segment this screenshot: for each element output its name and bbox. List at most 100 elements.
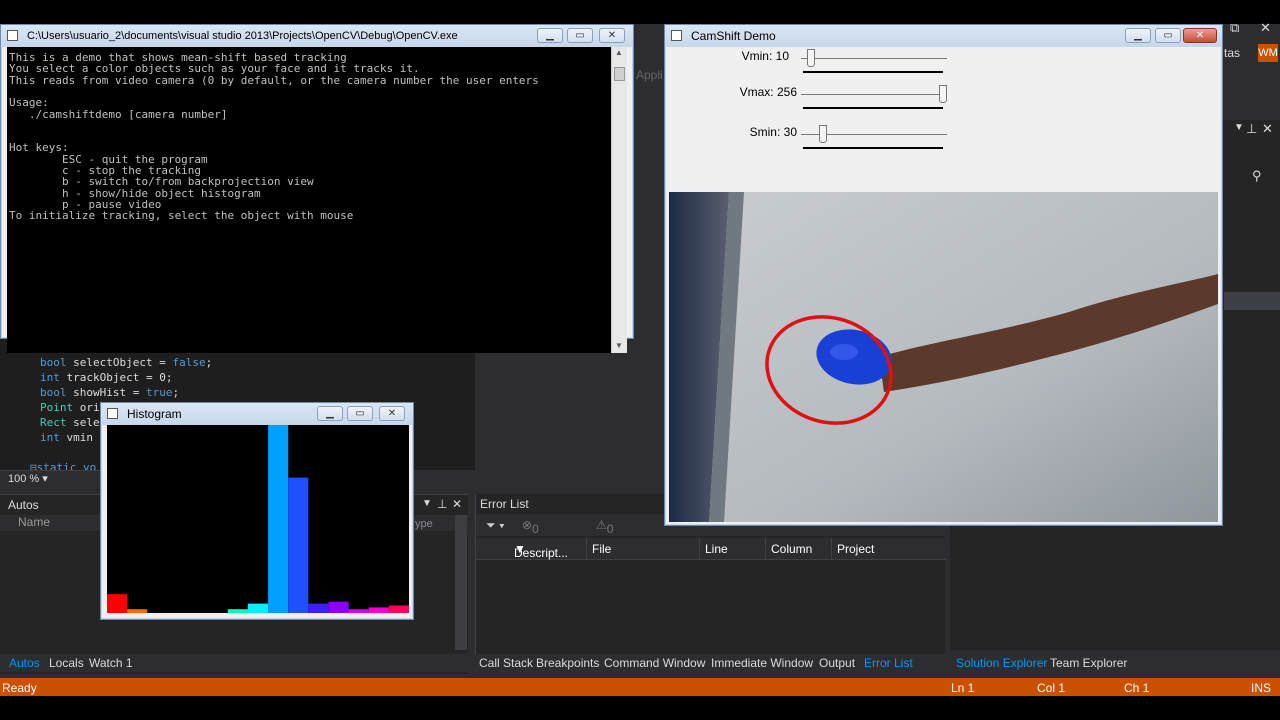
histogram-bars (107, 425, 409, 613)
camshift-minimize-button[interactable]: ▁ (1125, 28, 1151, 43)
error-list-header: Descript... ▼ File Line Column Project (476, 538, 946, 560)
tab-locals[interactable]: Locals (49, 656, 84, 670)
tab-call-stack[interactable]: Call Stack (479, 656, 533, 670)
screen: tas WM ⧉ ✕ ▼ ⊥ ✕ ⚲ Appli bool backprojMo… (0, 0, 1280, 720)
zoom-level[interactable]: 100 % ▾ (0, 470, 100, 486)
autos-col-type: ype (415, 518, 433, 530)
code-line: Point ori (40, 401, 100, 414)
close-button[interactable]: ✕ (599, 28, 625, 43)
camshift-title: CamShift Demo (691, 29, 776, 43)
vmax-track[interactable] (801, 94, 947, 95)
camera-frame (669, 192, 1218, 522)
code-keyword: Rect (40, 416, 67, 429)
code-line: Rect sele (40, 416, 100, 429)
col-description[interactable]: Descript... ▼ (514, 542, 568, 560)
solution-selected-row[interactable] (1224, 292, 1280, 310)
col-column[interactable]: Column (771, 542, 812, 556)
user-badge[interactable]: WM (1258, 44, 1278, 62)
camshift-maximize-button[interactable]: ▭ (1155, 28, 1181, 43)
histogram-bar (107, 594, 128, 613)
camshift-window: CamShift Demo ▁ ▭ ✕ Vmin: 10 Vmax: 256 S… (664, 24, 1223, 526)
tab-command-window[interactable]: Command Window (604, 656, 705, 670)
code-line: bool showHist = true; (40, 386, 179, 399)
trackbar-panel: Vmin: 10 Vmax: 256 Smin: 30 (669, 47, 1218, 192)
histogram-close-button[interactable]: ✕ (379, 406, 405, 421)
panel-close-icon[interactable]: ✕ (1262, 121, 1273, 137)
vmax-label: Vmax: 256 (739, 85, 797, 99)
camera-feed[interactable] (669, 192, 1218, 522)
letterbox-bottom (0, 696, 1280, 720)
output-tabs: Call Stack Breakpoints Command Window Im… (475, 654, 945, 672)
tab-autos[interactable]: Autos (9, 656, 40, 670)
code-value: true (145, 386, 173, 399)
warnings-filter[interactable]: ⚠ 0 Warning (596, 518, 651, 550)
vmin-underline (803, 71, 943, 73)
histogram-canvas (107, 425, 409, 613)
histogram-bar (368, 607, 389, 613)
console-line: To initialize tracking, select the objec… (9, 209, 354, 223)
console-titlebar[interactable]: C:\Users\usuario_2\documents\visual stud… (1, 25, 633, 47)
account-text: tas (1224, 46, 1241, 60)
autos-title: Autos (8, 498, 39, 512)
console-line: This reads from video camera (0 by defau… (9, 73, 539, 87)
tab-immediate-window[interactable]: Immediate Window (711, 656, 813, 670)
error-list-title: Error List (480, 497, 529, 511)
histogram-title: Histogram (127, 407, 182, 421)
maximize-button[interactable]: ▭ (567, 28, 593, 43)
tab-team-explorer[interactable]: Team Explorer (1050, 656, 1127, 670)
tab-error-list[interactable]: Error List (864, 656, 913, 670)
code-end: ; (172, 386, 180, 399)
vmin-track[interactable] (801, 58, 947, 59)
code-text: sele (66, 416, 100, 429)
histogram-window: Histogram ▁ ▭ ✕ (100, 402, 414, 620)
scroll-up-icon[interactable]: ▲ (615, 48, 623, 57)
status-ready: Ready (2, 681, 37, 695)
col-file[interactable]: File (592, 542, 611, 556)
code-line: int trackObject = 0; (40, 371, 172, 384)
filter-icon[interactable]: ⏷ ▾ (486, 518, 505, 533)
dropdown-icon[interactable]: ▼ (1234, 122, 1244, 133)
letterbox-top (0, 0, 1280, 24)
code-line: bool selectObject = false; (40, 356, 212, 369)
col-line[interactable]: Line (705, 542, 728, 556)
restore-icon[interactable]: ⧉ (1230, 20, 1239, 36)
camshift-close-button[interactable]: ✕ (1183, 28, 1217, 43)
tab-breakpoints[interactable]: Breakpoints (536, 656, 599, 670)
col-project[interactable]: Project (837, 542, 874, 556)
autos-pin-icon[interactable]: ⊥ (437, 497, 447, 511)
smin-label: Smin: 30 (749, 125, 797, 139)
close-icon[interactable]: ✕ (1260, 20, 1271, 36)
smin-slider-thumb[interactable] (819, 125, 827, 143)
pin-icon[interactable]: ⊥ (1246, 121, 1257, 137)
code-text: vmin (59, 431, 93, 444)
histogram-bar (348, 609, 369, 613)
console-output[interactable]: This is a demo that shows mean-shift bas… (7, 47, 611, 353)
histogram-bar (268, 425, 289, 613)
histogram-bar (308, 603, 329, 613)
smin-underline (803, 147, 943, 149)
autos-scrollbar[interactable] (455, 515, 467, 650)
search-icon[interactable]: ⚲ (1252, 168, 1262, 184)
histogram-titlebar[interactable]: Histogram ▁ ▭ ✕ (101, 403, 413, 425)
explorer-tabs: Solution Explorer Team Explorer (950, 654, 1280, 672)
histogram-app-icon (107, 408, 118, 419)
tab-solution-explorer[interactable]: Solution Explorer (956, 656, 1047, 670)
histogram-minimize-button[interactable]: ▁ (317, 406, 343, 421)
vmin-slider-thumb[interactable] (807, 49, 815, 67)
code-end: ; (205, 356, 213, 369)
autos-dropdown-icon[interactable]: ▼ (422, 498, 432, 509)
tab-watch-1[interactable]: Watch 1 (89, 656, 133, 670)
tab-output[interactable]: Output (819, 656, 855, 670)
histogram-maximize-button[interactable]: ▭ (347, 406, 373, 421)
scroll-down-icon[interactable]: ▼ (615, 341, 623, 350)
status-ch: Ch 1 (1124, 681, 1150, 695)
camshift-app-icon (671, 30, 682, 41)
vmax-slider-thumb[interactable] (939, 85, 947, 103)
autos-col-name: Name (18, 515, 51, 529)
console-scroll-thumb[interactable] (614, 67, 625, 81)
camshift-titlebar[interactable]: CamShift Demo ▁ ▭ ✕ (665, 25, 1222, 47)
autos-close-icon[interactable]: ✕ (452, 497, 462, 511)
console-scrollbar[interactable]: ▲ ▼ (611, 47, 627, 353)
errors-filter[interactable]: ⊗ 0 Errors (522, 518, 565, 550)
minimize-button[interactable]: ▁ (537, 28, 563, 43)
